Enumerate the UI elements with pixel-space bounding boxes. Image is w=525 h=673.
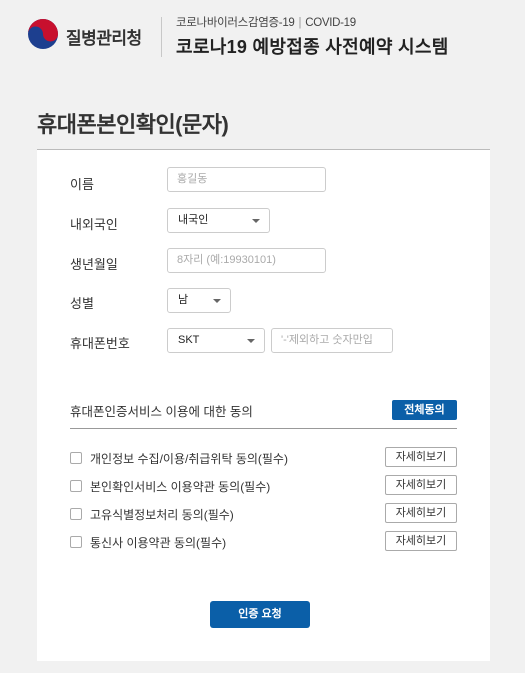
agree-checkbox[interactable]: [70, 536, 82, 548]
agreement-label[interactable]: 본인확인서비스 이용약관 동의(필수): [90, 478, 270, 495]
agreement-label[interactable]: 통신사 이용약관 동의(필수): [90, 534, 226, 551]
agree-checkbox[interactable]: [70, 480, 82, 492]
chevron-down-icon: [252, 219, 260, 223]
name-input[interactable]: 홍길동: [167, 167, 326, 192]
birth-input[interactable]: 8자리 (예:19930101): [167, 248, 326, 273]
detail-button[interactable]: 자세히보기: [385, 531, 457, 551]
gender-select[interactable]: 남: [167, 288, 231, 313]
request-verification-button[interactable]: 인증 요청: [210, 601, 310, 628]
carrier-value: SKT: [178, 334, 200, 346]
phone-label: 휴대폰번호: [70, 336, 130, 351]
agreement-label[interactable]: 개인정보 수집/이용/취급위탁 동의(필수): [90, 450, 288, 467]
phone-input[interactable]: '-'제외하고 숫자만입: [271, 328, 393, 353]
logo-text: 질병관리청: [66, 29, 142, 48]
header: 질병관리청 코로나바이러스감염증-19 | COVID-19 코로나19 예방접종 …: [0, 0, 525, 70]
sub-title: 코로나바이러스감염증-19 | COVID-19: [176, 14, 356, 30]
nationality-value: 내국인: [178, 214, 209, 226]
agreement-label[interactable]: 고유식별정보처리 동의(필수): [90, 506, 234, 523]
carrier-select[interactable]: SKT: [167, 328, 265, 353]
gender-label: 성별: [70, 296, 94, 311]
agreement-title: 휴대폰인증서비스 이용에 대한 동의: [70, 405, 253, 419]
agreement-item: 개인정보 수집/이용/취급위탁 동의(필수) 자세히보기: [70, 447, 457, 469]
agree-checkbox[interactable]: [70, 508, 82, 520]
sub-title-right: COVID-19: [305, 17, 356, 29]
agree-checkbox[interactable]: [70, 452, 82, 464]
detail-button[interactable]: 자세히보기: [385, 475, 457, 495]
sub-title-left: 코로나바이러스감염증-19: [176, 17, 295, 29]
kdca-logo-icon: [28, 19, 58, 49]
system-title: 코로나19 예방접종 사전예약 시스템: [176, 37, 449, 57]
agreement-item: 본인확인서비스 이용약관 동의(필수) 자세히보기: [70, 475, 457, 497]
page-title: 휴대폰본인확인(문자): [37, 112, 229, 137]
nationality-select[interactable]: 내국인: [167, 208, 270, 233]
name-label: 이름: [70, 177, 94, 192]
detail-button[interactable]: 자세히보기: [385, 503, 457, 523]
agreement-divider: [70, 428, 457, 429]
sub-title-separator: |: [298, 17, 302, 29]
gender-value: 남: [178, 294, 189, 306]
detail-button[interactable]: 자세히보기: [385, 447, 457, 467]
header-divider: [161, 17, 162, 57]
birth-label: 생년월일: [70, 257, 118, 272]
chevron-down-icon: [213, 299, 221, 303]
chevron-down-icon: [247, 339, 255, 343]
agreement-item: 고유식별정보처리 동의(필수) 자세히보기: [70, 503, 457, 525]
nationality-label: 내외국인: [70, 217, 118, 232]
agreement-item: 통신사 이용약관 동의(필수) 자세히보기: [70, 531, 457, 553]
agree-all-button[interactable]: 전체동의: [392, 400, 457, 420]
